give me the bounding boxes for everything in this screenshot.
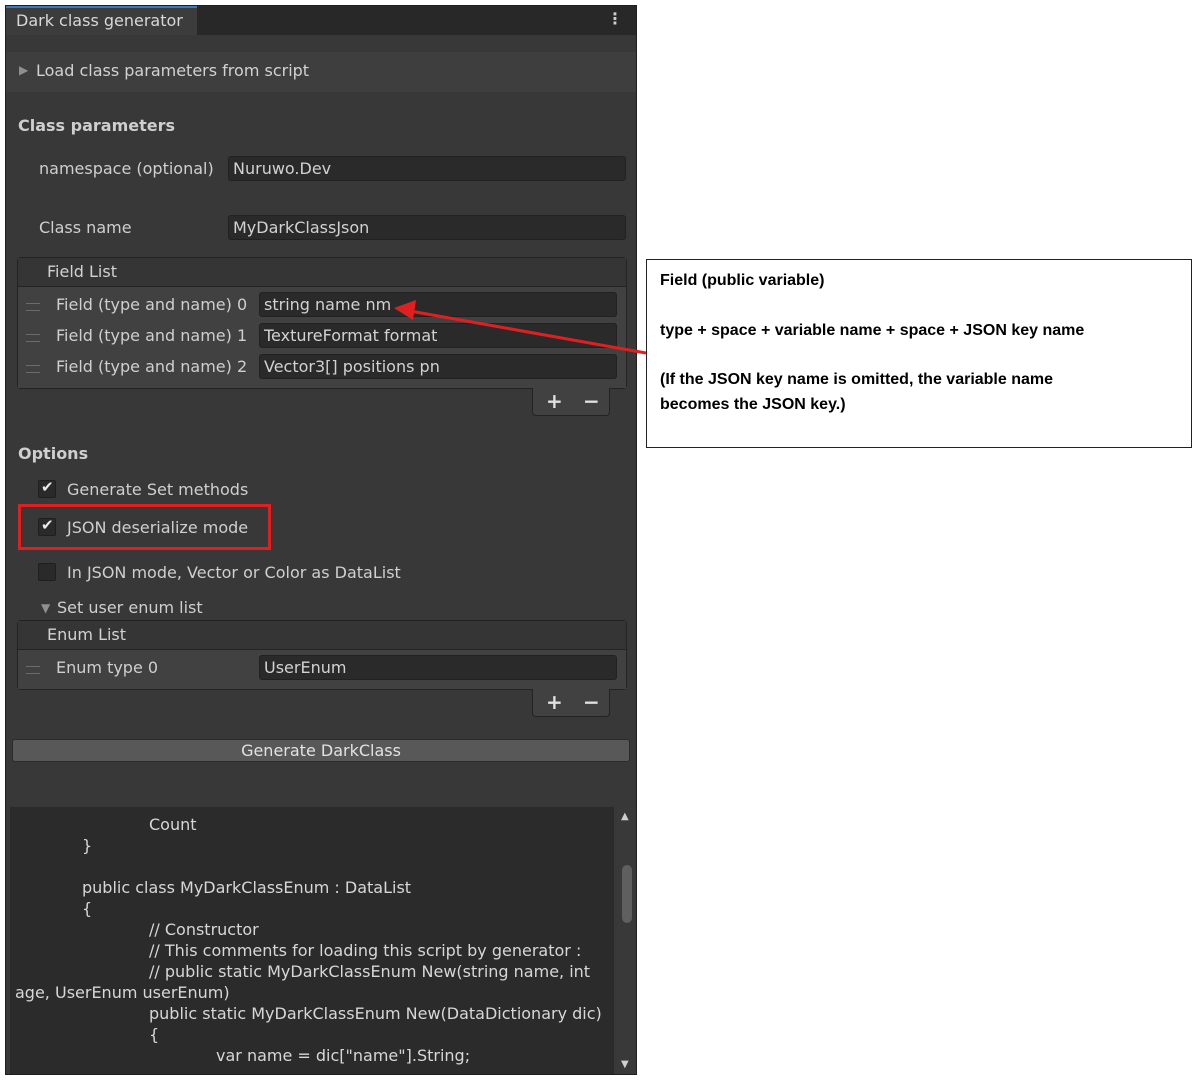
annotation-arrow-line bbox=[409, 309, 647, 355]
field-format-callout: Field (public variable) type + space + v… bbox=[646, 259, 1192, 448]
callout-note-line2: becomes the JSON key.) bbox=[660, 396, 846, 413]
callout-title: Field (public variable) bbox=[660, 272, 825, 289]
callout-format: type + space + variable name + space + J… bbox=[660, 322, 1085, 339]
annotation-arrow bbox=[394, 300, 647, 355]
callout-note-line1: (If the JSON key name is omitted, the va… bbox=[660, 371, 1054, 388]
annotation-arrow-head bbox=[394, 300, 416, 320]
